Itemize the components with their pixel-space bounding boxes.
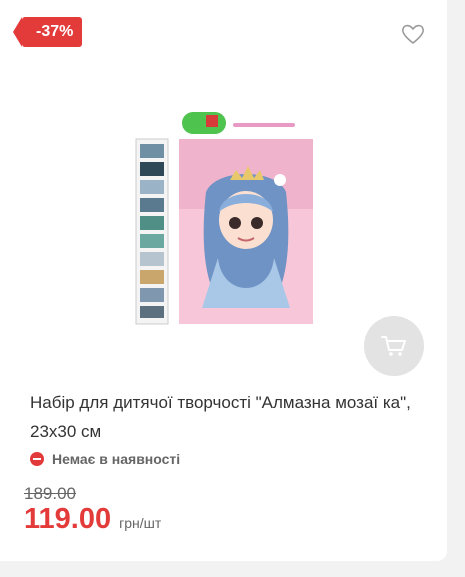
product-title[interactable]: Набір для дитячої творчості "Алмазна моз…: [30, 388, 425, 446]
stock-status-label: Немає в наявності: [52, 451, 181, 467]
current-price: 119.00: [24, 503, 112, 535]
discount-badge: -37%: [12, 17, 83, 47]
price-row: 119.00 грн/шт: [24, 503, 161, 536]
product-card[interactable]: -37% Набір для дитячої творчості "Алмазн…: [0, 0, 447, 561]
cart-icon: [381, 336, 406, 356]
heart-icon[interactable]: [400, 22, 426, 46]
stock-status: Немає в наявності: [30, 451, 180, 467]
add-to-cart-button[interactable]: [364, 316, 424, 376]
product-image[interactable]: [130, 108, 320, 328]
old-price: 189.00: [24, 484, 76, 503]
minus-circle-icon: [30, 452, 44, 466]
price-unit: грн/шт: [119, 515, 162, 531]
